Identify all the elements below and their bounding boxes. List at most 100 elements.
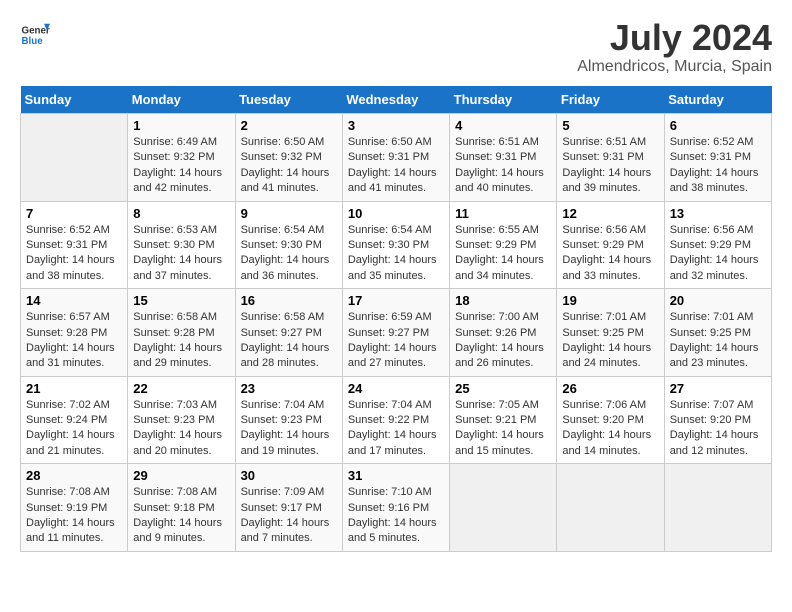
day-cell: 15Sunrise: 6:58 AM Sunset: 9:28 PM Dayli… — [128, 289, 235, 377]
day-number: 23 — [241, 381, 337, 396]
month-title: July 2024 — [577, 20, 772, 56]
day-info: Sunrise: 7:07 AM Sunset: 9:20 PM Dayligh… — [670, 398, 766, 460]
day-number: 28 — [26, 468, 122, 483]
day-cell: 18 Sunrise: 7:00 AM Sunset: 9:26 PM Dayli… — [450, 289, 557, 377]
day-number: 26 — [562, 381, 658, 396]
day-cell: 2Sunrise: 6:50 AM Sunset: 9:32 PM Daylig… — [235, 114, 342, 202]
day-number: 18 — [455, 293, 551, 308]
day-number: 21 — [26, 381, 122, 396]
day-cell: 16 Sunrise: 6:58 AM Sunset: 9:27 PM Dayli… — [235, 289, 342, 377]
day-info: Sunrise: 7:10 AM Sunset: 9:16 PM Dayligh… — [348, 485, 444, 547]
day-info: Sunrise: 7:06 AM Sunset: 9:20 PM Dayligh… — [562, 398, 658, 460]
svg-text:Blue: Blue — [22, 36, 44, 47]
day-info: Sunrise: 7:00 AM Sunset: 9:26 PM Dayligh… — [455, 310, 551, 372]
day-number: 14 — [26, 293, 122, 308]
week-row-3: 14 Sunrise: 6:57 AM Sunset: 9:28 PM Dayli… — [21, 289, 772, 377]
day-number: 7 — [26, 206, 122, 221]
day-cell: 28 Sunrise: 7:08 AM Sunset: 9:19 PM Dayli… — [21, 464, 128, 552]
day-cell: 25Sunrise: 7:05 AM Sunset: 9:21 PM Dayli… — [450, 376, 557, 464]
day-number: 25 — [455, 381, 551, 396]
day-info: Sunrise: 7:01 AM Sunset: 9:25 PM Dayligh… — [670, 310, 766, 372]
day-info: Sunrise: 6:56 AM Sunset: 9:29 PM Dayligh… — [562, 223, 658, 285]
title-block: July 2024 Almendricos, Murcia, Spain — [577, 20, 772, 76]
day-cell: 3 Sunrise: 6:50 AM Sunset: 9:31 PM Daylig… — [342, 114, 449, 202]
day-cell: 24 Sunrise: 7:04 AM Sunset: 9:22 PM Dayli… — [342, 376, 449, 464]
day-number: 13 — [670, 206, 766, 221]
day-cell: 14 Sunrise: 6:57 AM Sunset: 9:28 PM Dayli… — [21, 289, 128, 377]
day-cell: 12 Sunrise: 6:56 AM Sunset: 9:29 PM Dayli… — [557, 201, 664, 289]
day-cell: 6 Sunrise: 6:52 AM Sunset: 9:31 PM Daylig… — [664, 114, 771, 202]
day-info: Sunrise: 6:58 AM Sunset: 9:28 PM Dayligh… — [133, 310, 229, 372]
day-number: 10 — [348, 206, 444, 221]
day-cell: 17 Sunrise: 6:59 AM Sunset: 9:27 PM Dayli… — [342, 289, 449, 377]
day-cell: 1 Sunrise: 6:49 AM Sunset: 9:32 PM Daylig… — [128, 114, 235, 202]
location: Almendricos, Murcia, Spain — [577, 58, 772, 76]
day-info: Sunrise: 6:51 AM Sunset: 9:31 PM Dayligh… — [562, 135, 658, 197]
logo: General Blue — [20, 20, 50, 50]
day-info: Sunrise: 6:56 AM Sunset: 9:29 PM Dayligh… — [670, 223, 766, 285]
day-cell: 19Sunrise: 7:01 AM Sunset: 9:25 PM Dayli… — [557, 289, 664, 377]
day-number: 24 — [348, 381, 444, 396]
day-number: 1 — [133, 118, 229, 133]
calendar-header-row: SundayMondayTuesdayWednesdayThursdayFrid… — [21, 86, 772, 114]
day-info: Sunrise: 6:51 AM Sunset: 9:31 PM Dayligh… — [455, 135, 551, 197]
calendar-body: 1 Sunrise: 6:49 AM Sunset: 9:32 PM Daylig… — [21, 114, 772, 552]
day-cell: 27Sunrise: 7:07 AM Sunset: 9:20 PM Dayli… — [664, 376, 771, 464]
day-cell: 13 Sunrise: 6:56 AM Sunset: 9:29 PM Dayli… — [664, 201, 771, 289]
day-number: 30 — [241, 468, 337, 483]
logo-icon: General Blue — [20, 20, 50, 50]
day-info: Sunrise: 7:02 AM Sunset: 9:24 PM Dayligh… — [26, 398, 122, 460]
day-number: 5 — [562, 118, 658, 133]
day-info: Sunrise: 6:53 AM Sunset: 9:30 PM Dayligh… — [133, 223, 229, 285]
day-info: Sunrise: 6:49 AM Sunset: 9:32 PM Dayligh… — [133, 135, 229, 197]
day-header-thursday: Thursday — [450, 86, 557, 114]
day-info: Sunrise: 6:50 AM Sunset: 9:32 PM Dayligh… — [241, 135, 337, 197]
week-row-5: 28 Sunrise: 7:08 AM Sunset: 9:19 PM Dayli… — [21, 464, 772, 552]
day-number: 12 — [562, 206, 658, 221]
day-header-monday: Monday — [128, 86, 235, 114]
day-number: 4 — [455, 118, 551, 133]
day-header-wednesday: Wednesday — [342, 86, 449, 114]
week-row-1: 1 Sunrise: 6:49 AM Sunset: 9:32 PM Daylig… — [21, 114, 772, 202]
week-row-4: 21 Sunrise: 7:02 AM Sunset: 9:24 PM Dayli… — [21, 376, 772, 464]
day-cell: 20 Sunrise: 7:01 AM Sunset: 9:25 PM Dayli… — [664, 289, 771, 377]
day-info: Sunrise: 6:57 AM Sunset: 9:28 PM Dayligh… — [26, 310, 122, 372]
day-info: Sunrise: 6:54 AM Sunset: 9:30 PM Dayligh… — [348, 223, 444, 285]
day-info: Sunrise: 7:08 AM Sunset: 9:19 PM Dayligh… — [26, 485, 122, 547]
day-header-friday: Friday — [557, 86, 664, 114]
day-cell: 9 Sunrise: 6:54 AM Sunset: 9:30 PM Daylig… — [235, 201, 342, 289]
day-info: Sunrise: 6:58 AM Sunset: 9:27 PM Dayligh… — [241, 310, 337, 372]
day-number: 8 — [133, 206, 229, 221]
day-cell: 5 Sunrise: 6:51 AM Sunset: 9:31 PM Daylig… — [557, 114, 664, 202]
day-number: 9 — [241, 206, 337, 221]
calendar-table: SundayMondayTuesdayWednesdayThursdayFrid… — [20, 86, 772, 552]
day-cell: 22Sunrise: 7:03 AM Sunset: 9:23 PM Dayli… — [128, 376, 235, 464]
day-cell: 8 Sunrise: 6:53 AM Sunset: 9:30 PM Daylig… — [128, 201, 235, 289]
day-info: Sunrise: 6:50 AM Sunset: 9:31 PM Dayligh… — [348, 135, 444, 197]
day-info: Sunrise: 6:55 AM Sunset: 9:29 PM Dayligh… — [455, 223, 551, 285]
day-number: 17 — [348, 293, 444, 308]
day-cell: 21 Sunrise: 7:02 AM Sunset: 9:24 PM Dayli… — [21, 376, 128, 464]
day-cell: 10 Sunrise: 6:54 AM Sunset: 9:30 PM Dayli… — [342, 201, 449, 289]
day-info: Sunrise: 6:54 AM Sunset: 9:30 PM Dayligh… — [241, 223, 337, 285]
day-cell — [21, 114, 128, 202]
day-cell: 4 Sunrise: 6:51 AM Sunset: 9:31 PM Daylig… — [450, 114, 557, 202]
page-header: General Blue July 2024 Almendricos, Murc… — [20, 20, 772, 76]
day-cell: 26 Sunrise: 7:06 AM Sunset: 9:20 PM Dayli… — [557, 376, 664, 464]
day-header-saturday: Saturday — [664, 86, 771, 114]
day-header-tuesday: Tuesday — [235, 86, 342, 114]
day-cell — [664, 464, 771, 552]
day-number: 20 — [670, 293, 766, 308]
day-info: Sunrise: 6:59 AM Sunset: 9:27 PM Dayligh… — [348, 310, 444, 372]
day-number: 16 — [241, 293, 337, 308]
day-cell: 29Sunrise: 7:08 AM Sunset: 9:18 PM Dayli… — [128, 464, 235, 552]
day-info: Sunrise: 7:04 AM Sunset: 9:22 PM Dayligh… — [348, 398, 444, 460]
day-number: 6 — [670, 118, 766, 133]
day-number: 11 — [455, 206, 551, 221]
week-row-2: 7Sunrise: 6:52 AM Sunset: 9:31 PM Daylig… — [21, 201, 772, 289]
day-info: Sunrise: 7:01 AM Sunset: 9:25 PM Dayligh… — [562, 310, 658, 372]
day-info: Sunrise: 7:08 AM Sunset: 9:18 PM Dayligh… — [133, 485, 229, 547]
day-info: Sunrise: 6:52 AM Sunset: 9:31 PM Dayligh… — [670, 135, 766, 197]
day-number: 31 — [348, 468, 444, 483]
day-number: 3 — [348, 118, 444, 133]
